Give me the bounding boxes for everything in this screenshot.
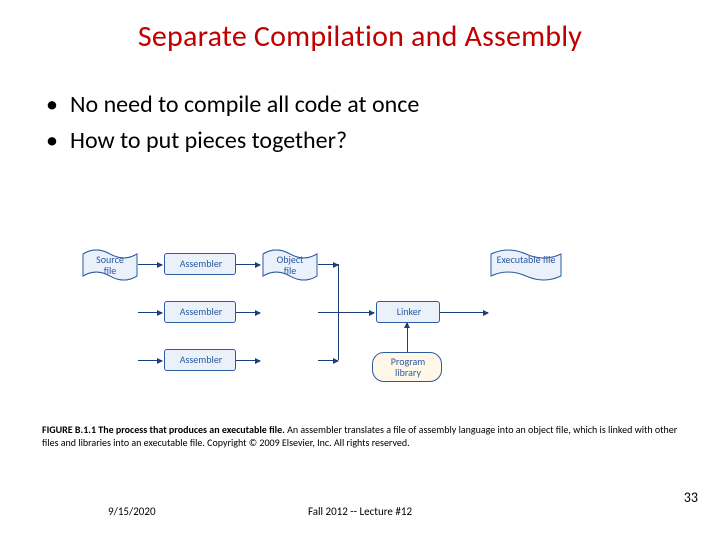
connector-line: [318, 264, 338, 265]
arrow-icon: [138, 264, 162, 265]
assembler-label: Assembler: [165, 258, 237, 269]
slide: Separate Compilation and Assembly No nee…: [0, 0, 720, 540]
object-file-node: Object file: [262, 248, 318, 282]
executable-file-label: Executable file: [490, 254, 562, 265]
arrow-icon: [236, 312, 260, 313]
connector-line: [318, 360, 338, 361]
caption-bold: FIGURE B.1.1 The process that produces a…: [42, 423, 285, 436]
bullet-item: No need to compile all code at once: [46, 89, 720, 121]
assembler-node: Assembler: [164, 349, 236, 371]
page-number: 33: [684, 489, 698, 506]
assembler-node: Assembler: [164, 253, 236, 275]
arrow-icon: [236, 360, 260, 361]
program-library-label: Program library: [373, 356, 443, 378]
arrow-icon: [138, 312, 162, 313]
arrow-icon: [138, 360, 162, 361]
arrowhead-up-icon: [404, 322, 410, 328]
bullet-list: No need to compile all code at once How …: [0, 55, 720, 158]
linker-label: Linker: [377, 306, 441, 317]
executable-file-node: Executable file: [490, 248, 562, 282]
assembler-label: Assembler: [165, 306, 237, 317]
slide-title: Separate Compilation and Assembly: [0, 0, 720, 55]
arrow-icon: [440, 312, 488, 313]
arrow-icon: [236, 264, 260, 265]
flow-diagram: Source file Assembler Object file Source…: [82, 248, 638, 396]
footer-center: Fall 2012 -- Lecture #12: [0, 505, 720, 518]
linker-node: Linker: [376, 301, 440, 323]
arrow-icon: [318, 312, 374, 313]
source-file-node: Source file: [82, 248, 138, 282]
source-file-label: Source file: [82, 254, 138, 276]
assembler-node: Assembler: [164, 301, 236, 323]
program-library-node: Program library: [372, 352, 442, 382]
figure-caption: FIGURE B.1.1 The process that produces a…: [42, 424, 678, 449]
object-file-label: Object file: [262, 254, 318, 276]
assembler-label: Assembler: [165, 354, 237, 365]
bullet-item: How to put pieces together?: [46, 125, 720, 157]
